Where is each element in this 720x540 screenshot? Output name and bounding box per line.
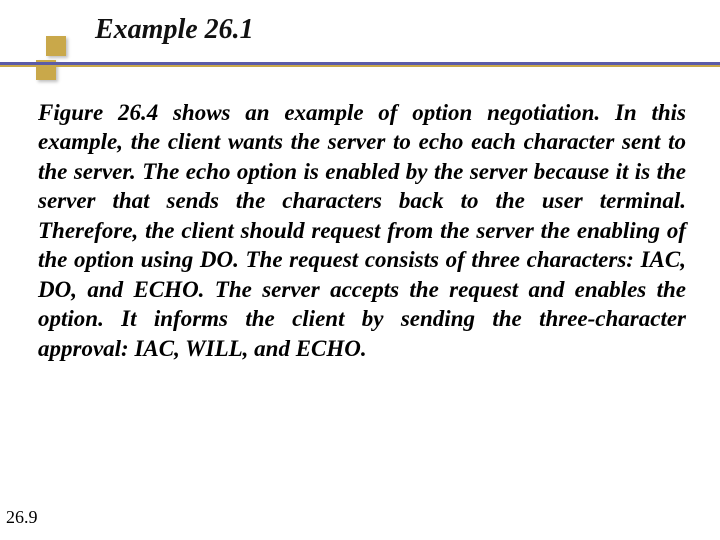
- slide-title: Example 26.1: [95, 14, 254, 46]
- page-number: 26.9: [6, 507, 38, 528]
- body-paragraph: Figure 26.4 shows an example of option n…: [38, 98, 686, 363]
- title-area: Example 26.1: [0, 10, 720, 68]
- bullet-square-icon: [46, 36, 66, 56]
- slide: Example 26.1 Figure 26.4 shows an exampl…: [0, 0, 720, 540]
- title-underline-secondary: [0, 65, 720, 67]
